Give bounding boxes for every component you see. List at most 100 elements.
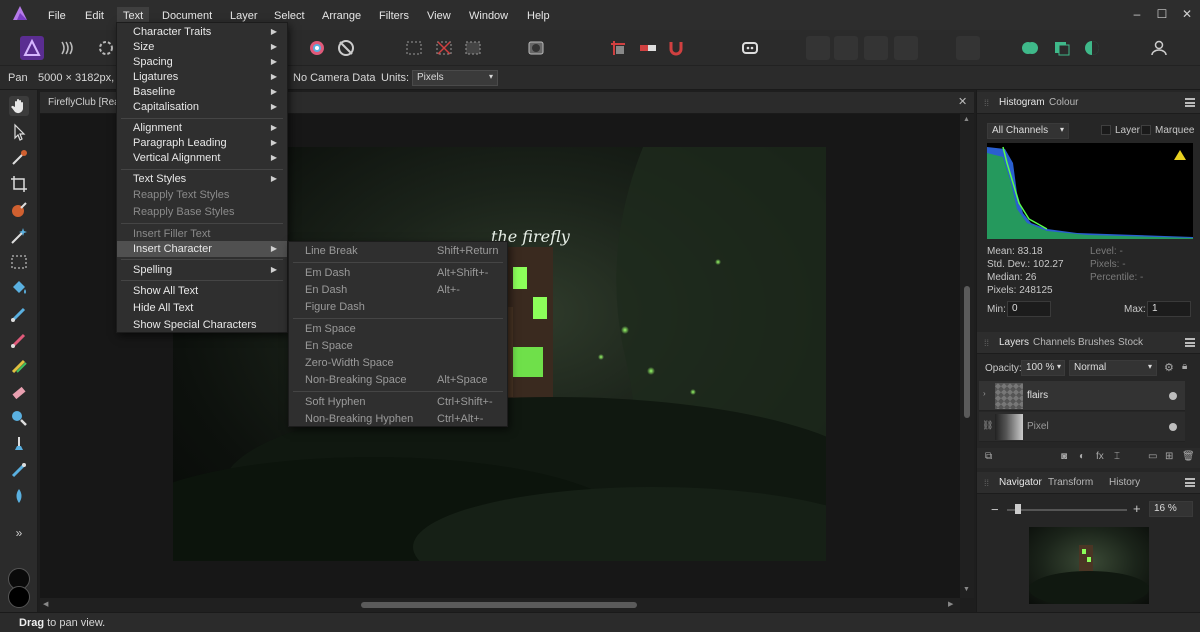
panel-menu-icon[interactable] [1185, 478, 1195, 487]
menu-item-show-special-characters[interactable]: Show Special Characters [117, 317, 287, 333]
tab-channels[interactable]: Channels [1031, 337, 1077, 348]
layer-stack-icon[interactable]: ⧉ [985, 451, 992, 462]
close-document-icon[interactable]: ✕ [958, 95, 967, 108]
submenu-item-zero-width-space[interactable]: Zero-Width Space [289, 355, 507, 371]
menu-item-spacing[interactable]: Spacing ▶ [117, 54, 287, 70]
submenu-item-em-space[interactable]: Em Space [289, 321, 507, 337]
deselect-icon[interactable] [432, 36, 456, 60]
assistant-icon[interactable] [334, 36, 358, 60]
scroll-down-icon[interactable]: ▼ [963, 586, 970, 593]
scroll-left-icon[interactable]: ◀ [43, 600, 48, 608]
units-select[interactable]: Pixels ▾ [412, 70, 498, 86]
menu-item-baseline[interactable]: Baseline ▶ [117, 84, 287, 100]
zoom-slider-handle[interactable] [1015, 504, 1021, 514]
tab-stock[interactable]: Stock [1116, 337, 1145, 348]
marquee-checkbox[interactable] [1141, 125, 1151, 135]
visibility-dot-icon[interactable] [1169, 423, 1177, 431]
submenu-item-non-breaking-space[interactable]: Non-Breaking Space Alt+Space [289, 372, 507, 388]
maximize-icon[interactable]: ☐ [1155, 7, 1169, 21]
menu-item-reapply-text-styles[interactable]: Reapply Text Styles [117, 187, 287, 203]
inpainting-tool-icon[interactable] [9, 434, 29, 454]
panel-menu-icon[interactable] [1185, 98, 1195, 107]
quick-mask-icon[interactable] [524, 36, 548, 60]
menu-edit[interactable]: Edit [79, 7, 110, 25]
marquee-tool-icon[interactable] [9, 252, 29, 272]
zoom-tool-icon[interactable] [9, 408, 29, 428]
vertical-scrollbar[interactable]: ▲ ▼ [960, 114, 974, 598]
horizontal-scroll-thumb[interactable] [361, 602, 637, 608]
submenu-item-non-breaking-hyphen[interactable]: Non-Breaking Hyphen Ctrl+Alt+- [289, 411, 507, 427]
submenu-item-line-break[interactable]: Line Break Shift+Return [289, 243, 507, 259]
menu-item-paragraph-leading[interactable]: Paragraph Leading ▶ [117, 135, 287, 151]
menu-item-alignment[interactable]: Alignment ▶ [117, 120, 287, 136]
menu-item-hide-all-text[interactable]: Hide All Text [117, 300, 287, 316]
menu-view[interactable]: View [421, 7, 457, 25]
liquify-persona-icon[interactable] [56, 36, 80, 60]
zoom-slider[interactable] [1007, 509, 1127, 511]
menu-filters[interactable]: Filters [373, 7, 415, 25]
character-panel-icon[interactable] [738, 36, 762, 60]
tab-navigator[interactable]: Navigator [997, 477, 1044, 488]
expand-chevron-icon[interactable]: › [983, 389, 986, 398]
max-input[interactable]: 1 [1147, 301, 1191, 317]
flood-select-tool-icon[interactable] [9, 226, 29, 246]
align-left-icon[interactable] [806, 36, 830, 60]
menu-item-insert-filler-text[interactable]: Insert Filler Text [117, 226, 287, 242]
scroll-up-icon[interactable]: ▲ [963, 116, 970, 123]
navigator-preview[interactable] [1029, 527, 1149, 607]
close-icon[interactable]: ✕ [1180, 7, 1194, 21]
menu-help[interactable]: Help [521, 7, 556, 25]
grip-icon[interactable]: ⁞⁞ [984, 478, 989, 488]
scroll-right-icon[interactable]: ▶ [948, 600, 953, 608]
zoom-out-icon[interactable]: − [991, 502, 999, 517]
tab-history[interactable]: History [1107, 477, 1142, 488]
submenu-item-em-dash[interactable]: Em Dash Alt+Shift+- [289, 265, 507, 281]
grip-icon[interactable]: ⁞⁞ [984, 98, 989, 108]
gear-icon[interactable]: ⚙ [1164, 361, 1174, 374]
dodge-brush-tool-icon[interactable] [9, 330, 29, 350]
channel-select[interactable]: All Channels ▾ [987, 123, 1069, 139]
crop-tool-icon[interactable] [9, 174, 29, 194]
visibility-dot-icon[interactable] [1169, 392, 1177, 400]
menu-item-size[interactable]: Size ▶ [117, 39, 287, 55]
magnet-snapping-icon[interactable] [664, 36, 688, 60]
menu-item-vertical-alignment[interactable]: Vertical Alignment ▶ [117, 150, 287, 166]
align-center-icon[interactable] [834, 36, 858, 60]
layer-checkbox[interactable] [1101, 125, 1111, 135]
add-layer-icon[interactable]: ⊞ [1165, 451, 1173, 462]
menu-item-character-traits[interactable]: Character Traits ▶ [117, 24, 287, 40]
arrange-icon[interactable] [956, 36, 980, 60]
lock-icon[interactable]: 🔒︎ [1182, 361, 1187, 372]
clone-brush-tool-icon[interactable] [9, 356, 29, 376]
align-right-icon[interactable] [864, 36, 888, 60]
erase-brush-tool-icon[interactable] [9, 382, 29, 402]
zoom-input[interactable]: 16 % [1149, 501, 1193, 517]
more-tools-icon[interactable]: » [9, 526, 29, 546]
snapping-toggle-icon[interactable] [636, 36, 660, 60]
boolean-intersect-icon[interactable] [1080, 36, 1104, 60]
mask-link-icon[interactable]: ⛓ [982, 420, 993, 431]
menu-item-ligatures[interactable]: Ligatures ▶ [117, 69, 287, 85]
folder-icon[interactable]: ▭ [1148, 451, 1157, 462]
burn-tool-icon[interactable] [9, 486, 29, 506]
adjustment-icon[interactable]: ◐ [1079, 451, 1085, 462]
menu-arrange[interactable]: Arrange [316, 7, 367, 25]
submenu-item-soft-hyphen[interactable]: Soft Hyphen Ctrl+Shift+- [289, 394, 507, 410]
layer-row[interactable]: ⛓ Pixel [979, 412, 1185, 442]
boolean-subtract-icon[interactable] [1050, 36, 1074, 60]
submenu-item-en-space[interactable]: En Space [289, 338, 507, 354]
tab-transform[interactable]: Transform [1046, 477, 1095, 488]
boolean-add-icon[interactable] [1018, 36, 1042, 60]
fill-tool-icon[interactable] [9, 278, 29, 298]
brush-icon[interactable]: ⌶ [1114, 451, 1120, 462]
layer-row[interactable]: › flairs [979, 381, 1185, 411]
invert-selection-icon[interactable] [461, 36, 485, 60]
blur-brush-tool-icon[interactable] [9, 460, 29, 480]
menu-item-spelling[interactable]: Spelling ▶ [117, 262, 287, 278]
develop-persona-icon[interactable] [94, 36, 118, 60]
tab-colour[interactable]: Colour [1047, 97, 1080, 108]
menu-item-capitalisation[interactable]: Capitalisation ▶ [117, 99, 287, 115]
trash-icon[interactable]: 🗑︎ [1182, 451, 1195, 462]
menu-item-reapply-base-styles[interactable]: Reapply Base Styles [117, 204, 287, 220]
paint-brush-tool-icon[interactable] [9, 304, 29, 324]
